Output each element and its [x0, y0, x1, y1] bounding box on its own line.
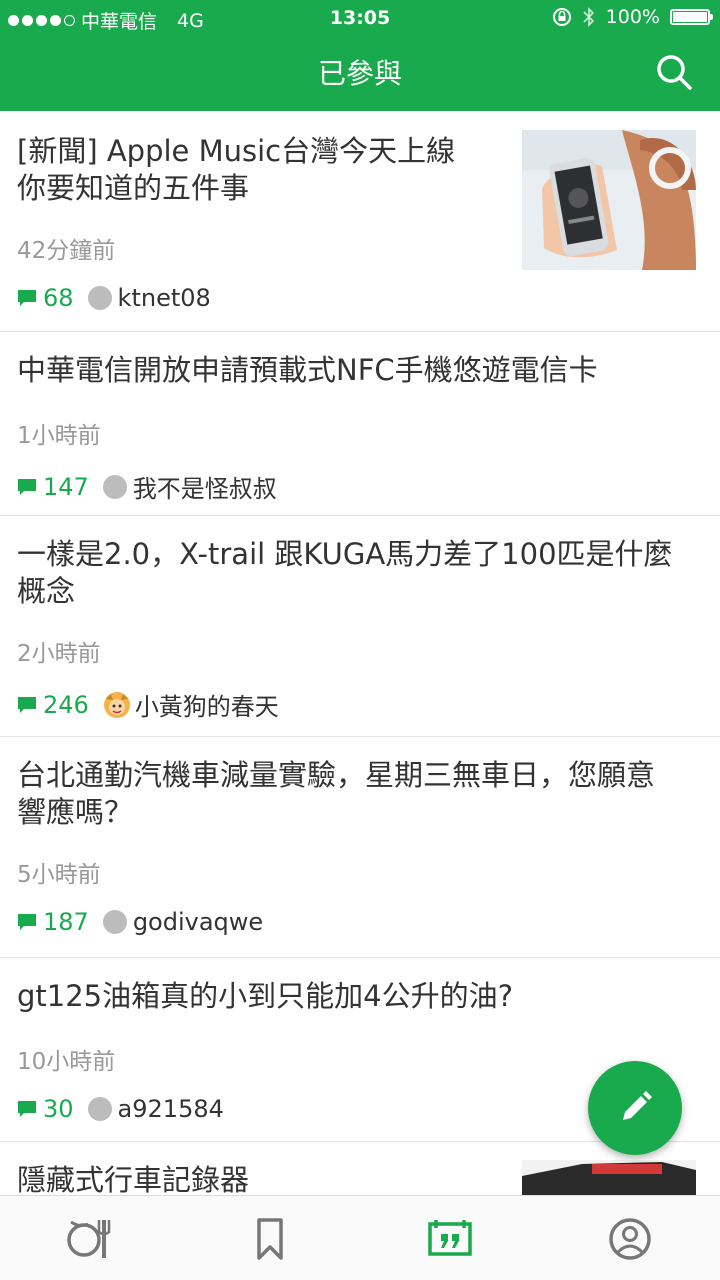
avatar [87, 286, 112, 310]
post-item[interactable]: 台北通勤汽機車減量實驗，星期三無車日，您願意響應嗎？ 5小時前 187 godi… [0, 737, 720, 958]
top-bar: 中華電信 4G 13:05 100% 已參與 [0, 0, 720, 111]
tab-bar [0, 1195, 720, 1280]
post-thumbnail [522, 130, 696, 270]
avatar [102, 910, 127, 934]
page-title: 已參與 [317, 57, 402, 90]
comment-icon [18, 914, 36, 930]
post-meta: 30 a921584 [17, 1095, 224, 1123]
post-title: 中華電信開放申請預載式NFC手機悠遊電信卡 [17, 353, 598, 387]
comment-count: 246 [43, 690, 89, 719]
author-name[interactable]: godivaqwe [133, 908, 263, 936]
bookmark-icon [257, 1218, 283, 1260]
post-item[interactable]: 隱藏式行車記錄器 [0, 1142, 720, 1195]
post-meta: 246 小黃狗的春天 [17, 687, 279, 722]
post-title: 台北通勤汽機車減量實驗，星期三無車日，您願意響應嗎？ [17, 758, 656, 829]
search-icon [657, 55, 692, 90]
comment-icon [18, 478, 36, 495]
comment-count: 68 [43, 284, 74, 312]
post-item[interactable]: 中華電信開放申請預載式NFC手機悠遊電信卡 1小時前 147 我不是怪叔叔 [0, 332, 720, 516]
post-time: 5小時前 [17, 862, 101, 888]
post-item[interactable]: [新聞] Apple Music台灣今天上線 你要知道的五件事 42分鐘前 68… [0, 111, 720, 332]
profile-icon [609, 1218, 651, 1260]
author-name[interactable]: 我不是怪叔叔 [133, 469, 277, 504]
post-time: 10小時前 [17, 1049, 116, 1075]
post-meta: 68 ktnet08 [17, 284, 211, 312]
tab-bookmarks[interactable] [246, 1216, 294, 1262]
post-meta: 187 godivaqwe [17, 908, 263, 936]
compose-button[interactable] [588, 1061, 682, 1155]
post-title: gt125油箱真的小到只能加4公升的油? [17, 979, 513, 1013]
battery-percentage: 100% [605, 6, 660, 28]
tab-profile[interactable] [606, 1216, 654, 1262]
post-thumbnail [522, 1160, 696, 1195]
comment-icon [18, 1101, 36, 1117]
comment-count: 30 [43, 1095, 74, 1123]
post-item[interactable]: 一樣是2.0，X-trail 跟KUGA馬力差了100匹是什麼概念 2小時前 2… [0, 516, 720, 737]
comment-icon [18, 696, 36, 713]
tab-participated[interactable] [426, 1216, 474, 1262]
avatar [102, 474, 127, 499]
avatar [103, 691, 130, 718]
author-name[interactable]: ktnet08 [118, 284, 211, 312]
rotation-lock-icon [552, 8, 571, 26]
post-title: 隱藏式行車記錄器 [17, 1163, 250, 1195]
dining-icon [67, 1220, 111, 1258]
post-time: 1小時前 [17, 423, 101, 449]
battery-icon [670, 9, 713, 25]
comment-count: 147 [43, 472, 89, 501]
post-meta: 147 我不是怪叔叔 [17, 469, 277, 504]
bluetooth-icon [583, 7, 594, 27]
status-bar: 中華電信 4G 13:05 100% [0, 0, 720, 36]
tab-dining[interactable] [66, 1216, 114, 1262]
post-time: 2小時前 [17, 641, 101, 667]
author-name[interactable]: 小黃狗的春天 [135, 687, 279, 722]
comment-count: 187 [43, 908, 89, 936]
avatar [87, 1097, 112, 1121]
author-name[interactable]: a921584 [118, 1095, 224, 1123]
post-time: 42分鐘前 [17, 238, 116, 264]
pencil-icon [623, 1091, 652, 1120]
post-title: [新聞] Apple Music台灣今天上線 你要知道的五件事 [17, 134, 456, 205]
search-button[interactable] [654, 52, 694, 92]
comment-icon [18, 290, 36, 306]
quote-icon [428, 1220, 472, 1256]
post-title: 一樣是2.0，X-trail 跟KUGA馬力差了100匹是什麼概念 [17, 537, 673, 608]
